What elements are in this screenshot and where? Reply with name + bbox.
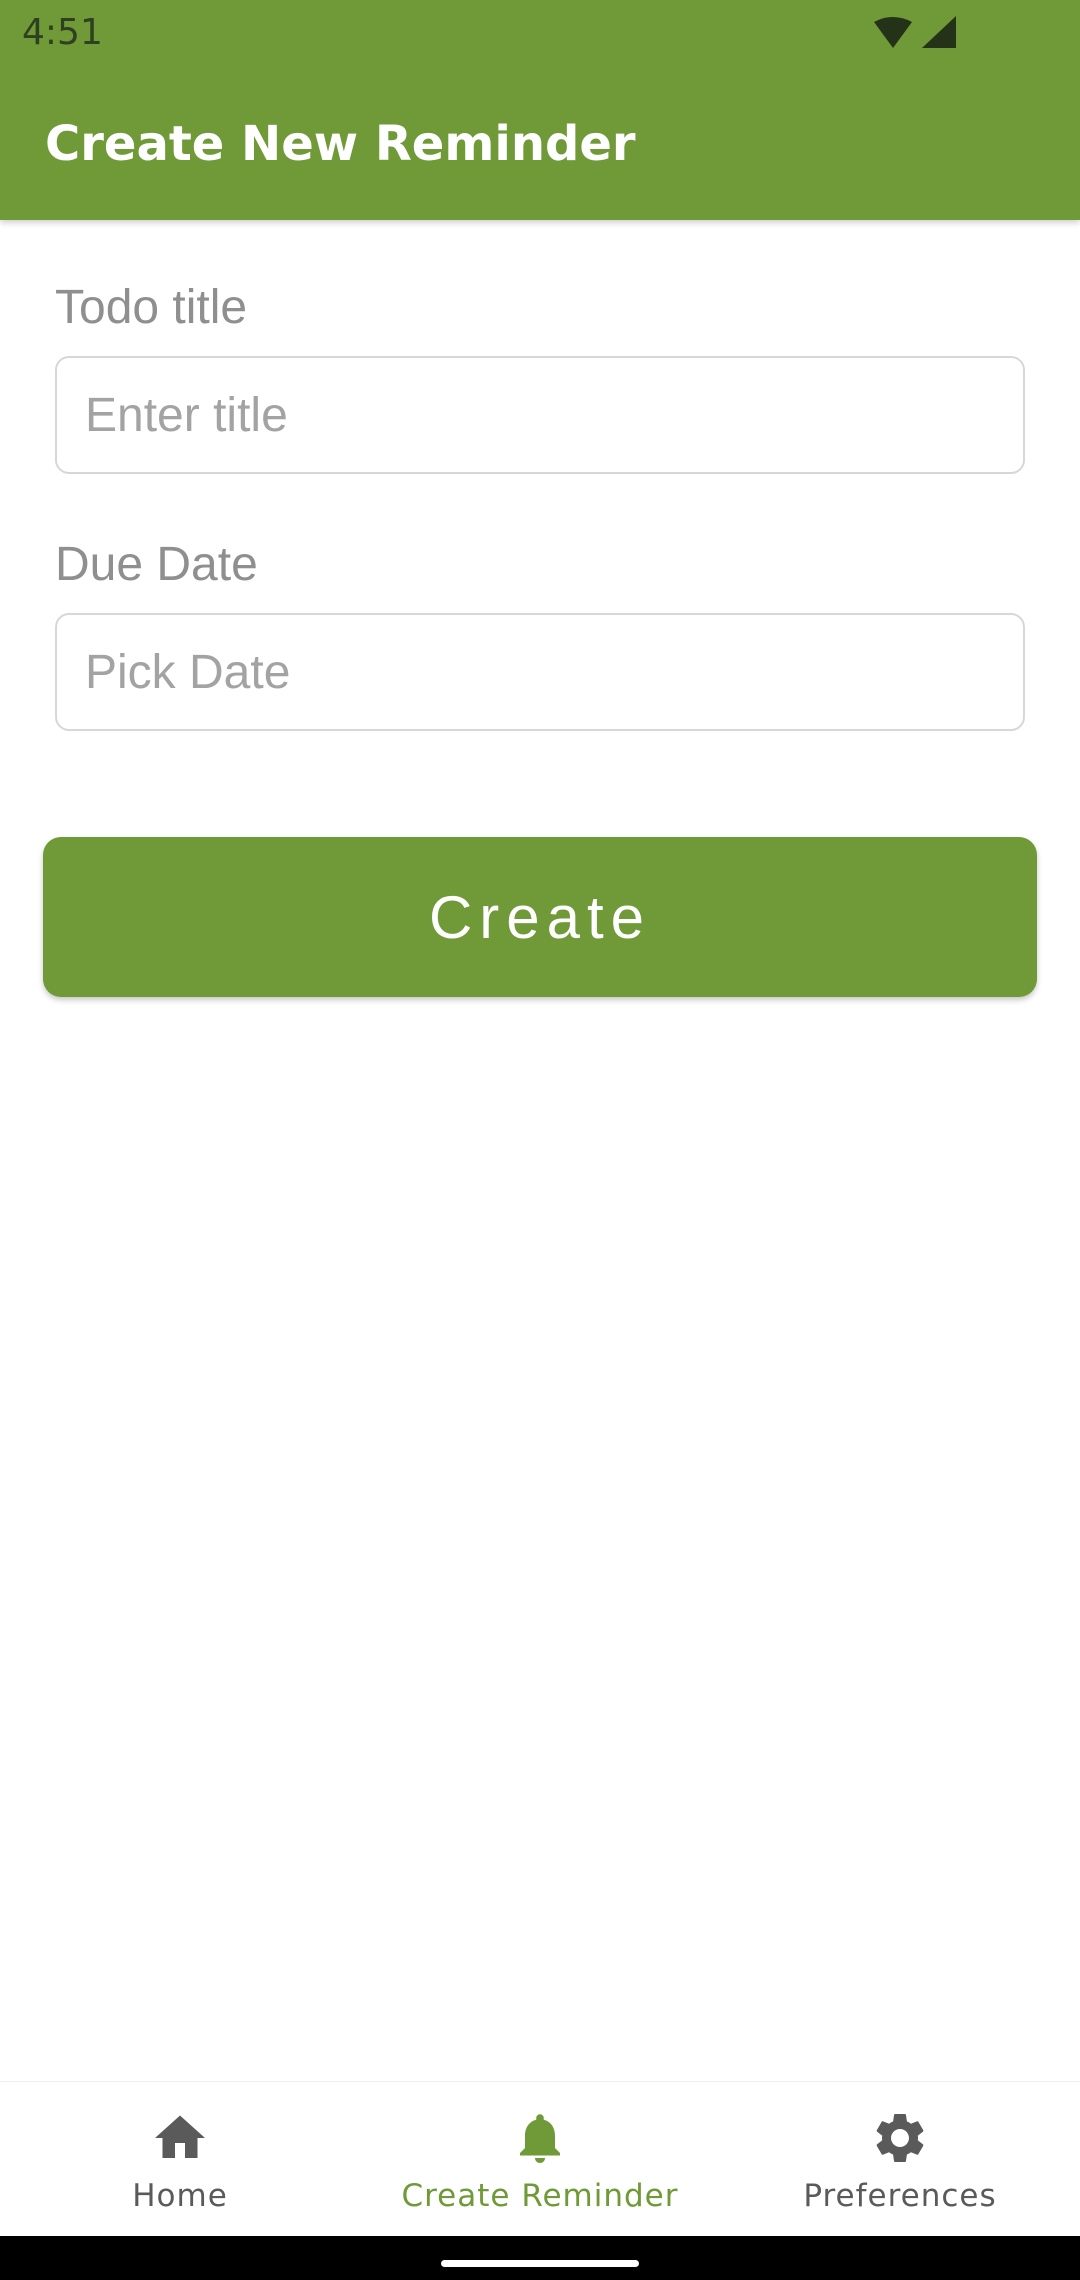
create-button[interactable]: Create bbox=[43, 837, 1037, 997]
nav-item-create-reminder[interactable]: Create Reminder bbox=[360, 2082, 720, 2236]
wifi-icon bbox=[874, 17, 912, 48]
due-date-input[interactable] bbox=[55, 613, 1025, 731]
gear-icon bbox=[876, 2114, 924, 2162]
todo-title-label: Todo title bbox=[55, 281, 248, 334]
cellular-signal-icon bbox=[922, 16, 956, 48]
home-gesture-handle[interactable] bbox=[441, 2260, 639, 2267]
nav-label-preferences: Preferences bbox=[803, 2178, 997, 2214]
app-bar: 4:51 Create New Reminder bbox=[0, 0, 1080, 220]
nav-item-preferences[interactable]: Preferences bbox=[720, 2082, 1080, 2236]
todo-title-input[interactable] bbox=[55, 356, 1025, 474]
status-bar: 4:51 bbox=[0, 0, 1080, 66]
home-icon bbox=[155, 2115, 205, 2158]
due-date-label: Due Date bbox=[55, 538, 258, 591]
nav-label-home: Home bbox=[132, 2178, 228, 2214]
gesture-navigation-bar bbox=[0, 2236, 1080, 2280]
status-icons bbox=[874, 16, 956, 48]
page-title: Create New Reminder bbox=[45, 116, 636, 172]
status-time: 4:51 bbox=[22, 12, 103, 53]
bell-icon bbox=[520, 2114, 560, 2163]
nav-item-home[interactable]: Home bbox=[0, 2082, 360, 2236]
nav-label-create-reminder: Create Reminder bbox=[401, 2178, 679, 2214]
bottom-navigation: Home Create Reminder Preferences bbox=[0, 2081, 1080, 2236]
